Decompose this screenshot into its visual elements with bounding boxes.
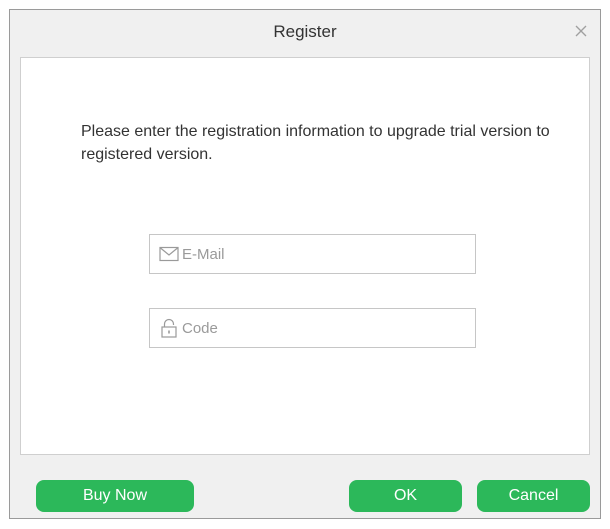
envelope-icon bbox=[159, 244, 179, 264]
registration-message: Please enter the registration informatio… bbox=[81, 123, 550, 163]
buy-now-button[interactable]: Buy Now bbox=[36, 480, 194, 512]
dialog-title: Register bbox=[273, 22, 337, 41]
lock-icon bbox=[159, 318, 179, 338]
email-field[interactable] bbox=[149, 234, 476, 274]
title-bar: Register bbox=[10, 10, 600, 57]
register-dialog: Register Please enter the registration i… bbox=[9, 9, 601, 519]
email-input[interactable] bbox=[182, 235, 475, 273]
ok-button[interactable]: OK bbox=[349, 480, 462, 512]
content-panel: Please enter the registration informatio… bbox=[20, 57, 590, 455]
code-field[interactable] bbox=[149, 308, 476, 348]
cancel-button[interactable]: Cancel bbox=[477, 480, 590, 512]
close-button[interactable] bbox=[570, 20, 592, 42]
close-icon bbox=[575, 25, 587, 37]
code-input[interactable] bbox=[182, 309, 475, 347]
